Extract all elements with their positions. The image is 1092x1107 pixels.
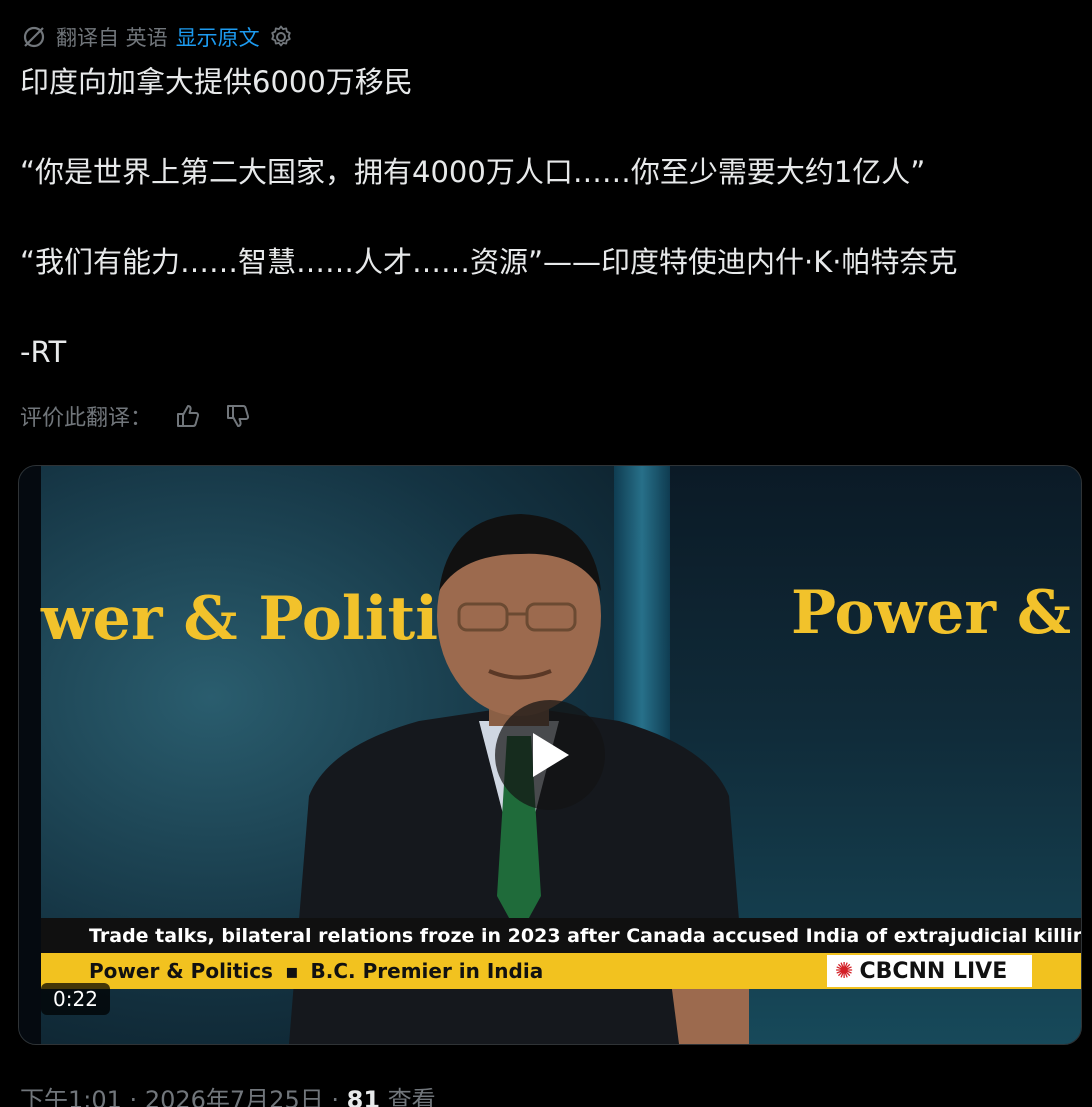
segment-title: B.C. Premier in India [310, 959, 544, 983]
tweet-line-title: 印度向加拿大提供6000万移民 [20, 65, 413, 99]
rate-translation: 评价此翻译： [20, 400, 252, 432]
thumbs-down-icon[interactable] [224, 402, 252, 430]
meta-dot: · [331, 1086, 339, 1107]
video-player[interactable]: wer & Politic Power & Trade talks, bilat… [18, 465, 1082, 1045]
tweet-meta: 下午1:01 · 2026年7月25日 · 81 查看 [20, 1080, 436, 1107]
play-button[interactable] [495, 700, 605, 810]
thumbs-up-icon[interactable] [174, 402, 202, 430]
tweet-time[interactable]: 下午1:01 [20, 1086, 122, 1107]
play-icon [527, 729, 573, 781]
news-headline-strip: Trade talks, bilateral relations froze i… [41, 918, 1081, 954]
tweet-line-quote-1: “你是世界上第二大国家，拥有4000万人口……你至少需要大约1亿人” [20, 155, 926, 189]
translate-icon [20, 23, 48, 51]
frame-left-edge [19, 466, 41, 1044]
views-count: 81 [346, 1086, 381, 1107]
video-duration: 0:22 [41, 983, 110, 1015]
meta-dot: · [129, 1086, 138, 1107]
network-live-badge: ✺ CBCNN LIVE [827, 955, 1032, 987]
gear-icon[interactable] [268, 24, 294, 50]
rate-translation-label: 评价此翻译： [20, 406, 153, 431]
tweet-date[interactable]: 2026年7月25日 [145, 1086, 324, 1107]
program-name: Power & Politics [89, 959, 273, 983]
views-label: 查看 [387, 1086, 436, 1107]
tweet-text: 印度向加拿大提供6000万移民 “你是世界上第二大国家，拥有4000万人口……你… [20, 60, 1070, 375]
tweet-page: 翻译自 英语 显示原文 印度向加拿大提供6000万移民 “你是世界上第二大国家，… [0, 0, 1092, 1107]
cbc-gem-icon: ✺ [835, 958, 854, 984]
tweet-line-source: -RT [20, 335, 67, 369]
program-separator: ▪ [284, 959, 299, 983]
show-logo-right: Power & [791, 578, 1072, 648]
translated-from-label: 翻译自 英语 [56, 26, 168, 50]
tweet-line-quote-2: “我们有能力……智慧……人才……资源”——印度特使迪内什·K·帕特奈克 [20, 245, 958, 279]
network-label: CBCNN LIVE [859, 958, 1008, 984]
show-original-link[interactable]: 显示原文 [176, 22, 260, 52]
translation-bar: 翻译自 英语 显示原文 [20, 22, 294, 52]
